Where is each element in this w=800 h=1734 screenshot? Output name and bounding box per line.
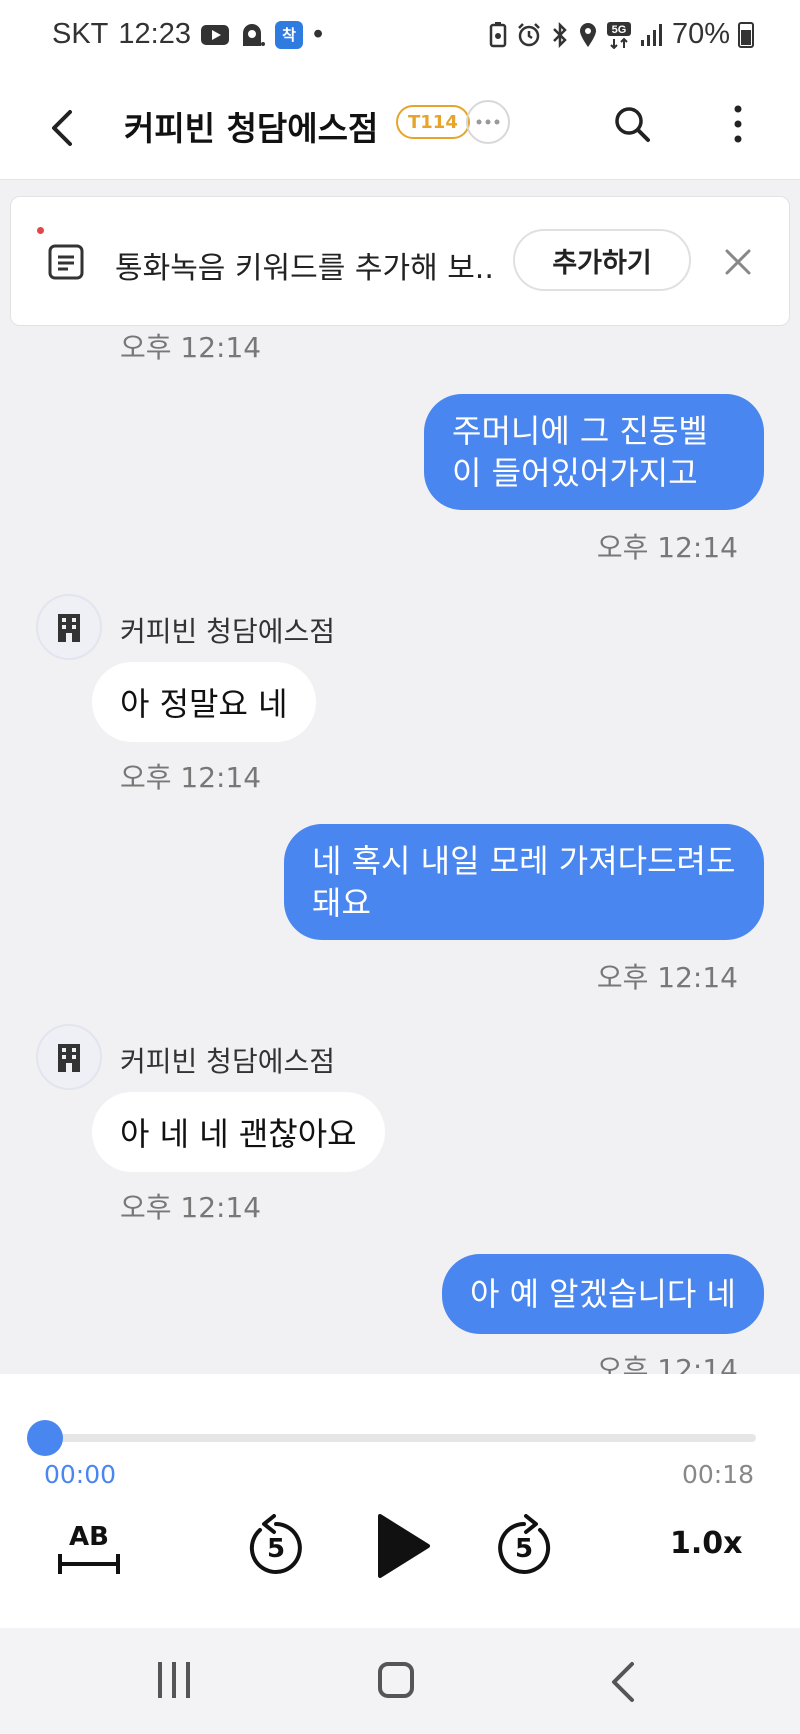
t114-badge[interactable]: T114 [396, 105, 470, 139]
avatar [36, 594, 102, 660]
battery-saver-icon [489, 21, 507, 47]
back-arrow-icon [612, 1662, 634, 1702]
sender-name: 커피빈 청담에스점 [120, 615, 335, 648]
5g-icon: 5G [606, 21, 631, 49]
status-right: 5G 70% [488, 18, 754, 51]
rewind-5-button[interactable]: 5 [244, 1514, 308, 1580]
incoming-message-bubble[interactable]: 아 네 네 괜찮아요 [92, 1092, 385, 1172]
chat-header: 커피빈 청담에스점 T114 [0, 76, 800, 180]
seek-bar[interactable] [44, 1434, 756, 1442]
more-notifications-dot: • [312, 18, 324, 50]
keyword-banner: 통화녹음 키워드를 추가해 보... 추가하기 [10, 196, 790, 326]
overflow-menu-button[interactable] [710, 96, 766, 152]
forward-seconds: 5 [514, 1534, 534, 1564]
svg-text:5G: 5G [612, 24, 627, 36]
location-icon [579, 22, 596, 47]
new-indicator-dot [37, 227, 44, 234]
more-info-button[interactable] [466, 100, 510, 144]
incoming-message-bubble[interactable]: 아 정말요 네 [92, 662, 316, 742]
message-timestamp: 오후 12:14 [596, 1353, 738, 1374]
ab-repeat-button[interactable]: AB [54, 1522, 124, 1578]
signal-icon [640, 23, 662, 46]
building-icon [58, 1044, 80, 1072]
message-timestamp: 오후 12:14 [596, 961, 738, 994]
status-left: SKT 12:23 착 • [52, 18, 323, 51]
chevron-left-icon [52, 110, 72, 146]
battery-icon [738, 21, 754, 48]
playback-speed-button[interactable]: 1.0x [670, 1526, 743, 1561]
sender-name: 커피빈 청담에스점 [120, 1045, 335, 1078]
app-badge-icon: 착 [274, 20, 303, 49]
system-nav-bar [0, 1628, 800, 1734]
outgoing-message-bubble[interactable]: 네 혹시 내일 모레 가져다드려도 돼요 [284, 824, 764, 940]
current-time: 00:00 [44, 1460, 117, 1489]
avatar [36, 1024, 102, 1090]
battery-percent: 70% [671, 18, 730, 50]
message-timestamp: 오후 12:14 [120, 1191, 262, 1224]
search-button[interactable] [604, 96, 660, 152]
play-icon [378, 1514, 430, 1578]
system-back-button[interactable] [604, 1660, 644, 1704]
youtube-icon [200, 24, 229, 45]
page-title: 커피빈 청담에스점 [124, 109, 379, 148]
close-icon [725, 249, 751, 275]
building-icon [58, 614, 80, 642]
play-button[interactable] [372, 1510, 436, 1582]
bluetooth-icon [553, 21, 567, 48]
vertical-dots-icon [734, 105, 742, 143]
add-keyword-button[interactable]: 추가하기 [513, 229, 691, 291]
back-button[interactable] [30, 96, 94, 160]
forward-5-button[interactable]: 5 [492, 1514, 556, 1580]
outgoing-message-bubble[interactable]: 아 예 알겠습니다 네 [441, 1254, 764, 1334]
seek-thumb[interactable] [27, 1420, 63, 1456]
ellipsis-icon [476, 119, 500, 125]
search-icon [615, 107, 650, 142]
clock: 12:23 [118, 18, 191, 50]
close-banner-button[interactable] [715, 239, 761, 285]
recent-apps-button[interactable] [156, 1660, 192, 1700]
ab-range-icon [58, 1554, 120, 1574]
audio-player: 00:00 00:18 AB 5 5 1.0x [0, 1374, 800, 1628]
recent-apps-icon [158, 1662, 190, 1698]
status-bar: SKT 12:23 착 • 5G 70% [0, 0, 800, 76]
carrier-label: SKT [52, 18, 109, 50]
outgoing-message-bubble[interactable]: 주머니에 그 진동벨이 들어있어가지고 [424, 394, 764, 510]
rewind-seconds: 5 [266, 1534, 286, 1564]
ab-repeat-label: AB [69, 1522, 109, 1552]
document-icon [48, 244, 84, 280]
banner-message: 통화녹음 키워드를 추가해 보... [115, 251, 495, 286]
chat-transcript[interactable]: 오후 12:14 주머니에 그 진동벨이 들어있어가지고 오후 12:14 커피… [0, 326, 800, 1374]
total-time: 00:18 [681, 1460, 754, 1489]
message-timestamp: 오후 12:14 [120, 761, 262, 794]
message-timestamp: 오후 12:14 [596, 531, 738, 564]
alarm-icon [518, 22, 540, 46]
message-timestamp: 오후 12:14 [120, 331, 262, 364]
home-button[interactable] [378, 1662, 414, 1698]
notification-icon [239, 22, 265, 48]
